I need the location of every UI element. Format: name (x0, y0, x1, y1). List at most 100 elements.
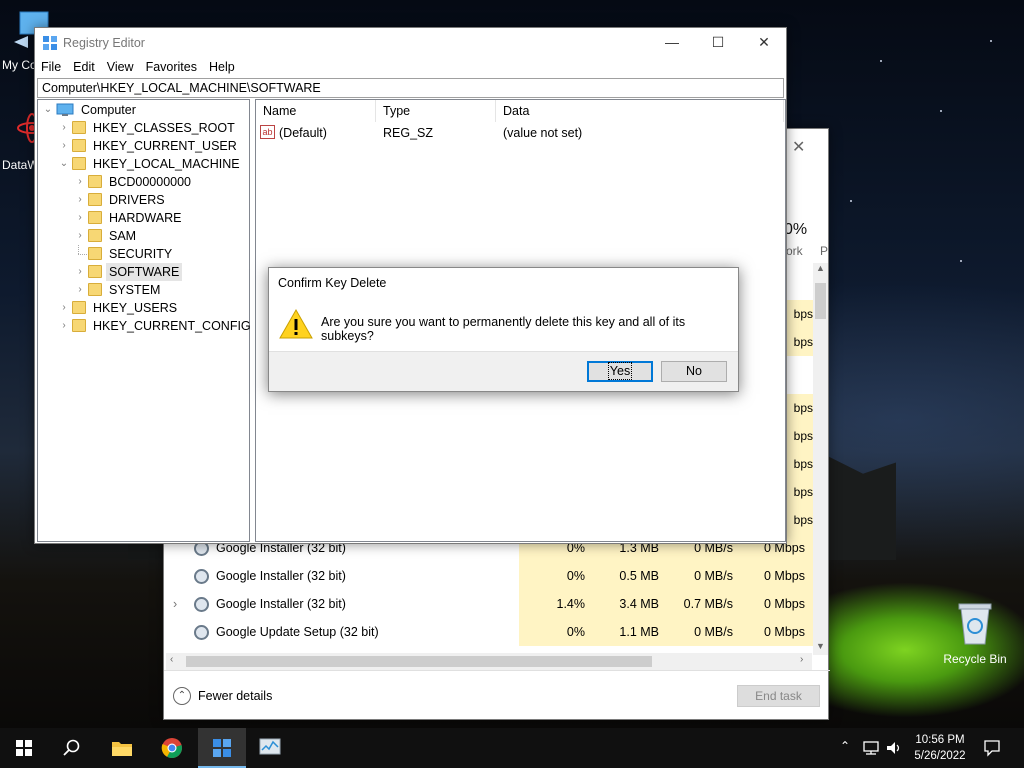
clock-date: 5/26/2022 (914, 750, 966, 762)
value-data: (value not set) (503, 126, 583, 140)
yes-button[interactable]: Yes (587, 361, 653, 382)
warning-icon (279, 308, 313, 339)
process-name: Google Installer (32 bit) (216, 597, 346, 611)
chevron-up-icon[interactable]: ⌃ (173, 687, 191, 705)
desktop-icon-recycle-bin[interactable]: Recycle Bin (940, 600, 1010, 666)
scroll-left-icon[interactable]: ‹ (170, 654, 173, 665)
menu-help[interactable]: Help (203, 58, 241, 74)
chevron-right-icon[interactable]: › (74, 263, 86, 281)
scrollbar-thumb[interactable] (186, 656, 652, 667)
menu-view[interactable]: View (101, 58, 140, 74)
taskbar: ⌃ 10:56 PM 5/26/2022 (0, 728, 1024, 768)
scrollbar-thumb[interactable] (815, 283, 826, 319)
folder-icon (72, 139, 86, 152)
chevron-up-icon[interactable]: ⌃ (840, 739, 850, 753)
chevron-right-icon[interactable]: › (58, 137, 70, 155)
folder-icon (72, 157, 86, 170)
task-manager-icon (259, 738, 281, 755)
installer-icon (194, 625, 209, 640)
scroll-up-icon[interactable]: ▲ (816, 263, 825, 273)
tree-label: SOFTWARE (106, 263, 183, 281)
start-button[interactable] (0, 728, 48, 768)
chevron-down-icon[interactable]: ⌄ (42, 101, 54, 119)
desktop-icon-label: Recycle Bin (943, 652, 1007, 666)
chevron-right-icon[interactable]: › (173, 590, 177, 618)
chevron-down-icon[interactable]: ⌄ (58, 155, 70, 173)
cpu-cell: 0% (519, 562, 593, 590)
chevron-right-icon[interactable]: › (58, 317, 70, 335)
installer-icon (194, 597, 209, 612)
close-icon[interactable]: ✕ (792, 137, 805, 157)
list-item[interactable]: ab (Default) REG_SZ (value not set) (260, 124, 780, 142)
search-button[interactable] (48, 728, 96, 768)
menu-edit[interactable]: Edit (67, 58, 101, 74)
process-name: Google Installer (32 bit) (216, 569, 346, 583)
volume-icon[interactable] (885, 740, 903, 756)
taskbar-chrome[interactable] (148, 728, 196, 768)
network-column-header[interactable]: ork (786, 244, 803, 258)
close-icon[interactable]: ✕ (741, 32, 787, 54)
memory-cell: 0.5 MB (593, 562, 667, 590)
process-row[interactable]: Google Installer (32 bit) 0% 0.5 MB 0 MB… (164, 562, 813, 590)
network-icon[interactable] (862, 740, 880, 756)
fewer-details-link[interactable]: Fewer details (198, 689, 272, 703)
value-type: REG_SZ (383, 126, 434, 140)
chevron-right-icon[interactable]: › (74, 227, 86, 245)
tree-label: SECURITY (109, 247, 173, 261)
menu-favorites[interactable]: Favorites (140, 58, 203, 74)
power-column-header[interactable]: P (820, 244, 828, 258)
maximize-icon[interactable]: ☐ (695, 32, 741, 54)
chevron-right-icon[interactable]: › (58, 299, 70, 317)
column-header-data[interactable]: Data (496, 100, 784, 122)
clock-time: 10:56 PM (915, 734, 965, 746)
chevron-right-icon[interactable]: › (74, 173, 86, 191)
process-row[interactable]: › Google Installer (32 bit) 1.4% 3.4 MB … (164, 590, 813, 618)
tree-line (78, 245, 79, 254)
dialog-message: Are you sure you want to permanently del… (321, 315, 686, 343)
key-tree[interactable]: ⌄ Computer › HKEY_CLASSES_ROOT › HKEY_CU… (37, 99, 251, 542)
vertical-scrollbar[interactable]: ▲ ▼ (813, 263, 828, 655)
chevron-right-icon[interactable]: › (58, 119, 70, 137)
tree-label: HKEY_USERS (93, 301, 178, 315)
disk-cell: 0 MB/s (667, 618, 741, 646)
tree-label: Computer (81, 103, 136, 117)
tree-line (78, 254, 87, 255)
divider (164, 670, 830, 671)
no-button[interactable]: No (661, 361, 727, 382)
end-task-button[interactable]: End task (737, 685, 820, 707)
registry-icon (43, 36, 57, 50)
cpu-cell: 1.4% (519, 590, 593, 618)
value-name: (Default) (279, 126, 327, 140)
network-cell: 0 Mbps (741, 618, 813, 646)
folder-icon (88, 229, 102, 242)
confirm-key-delete-dialog[interactable]: Confirm Key Delete Are you sure you want… (268, 267, 739, 392)
address-bar[interactable]: Computer\HKEY_LOCAL_MACHINE\SOFTWARE (37, 78, 784, 98)
chevron-right-icon[interactable]: › (74, 209, 86, 227)
computer-icon (56, 103, 74, 116)
scroll-down-icon[interactable]: ▼ (816, 641, 825, 651)
no-label: No (686, 364, 702, 378)
clock[interactable]: 10:56 PM 5/26/2022 (905, 732, 975, 764)
scroll-right-icon[interactable]: › (800, 654, 803, 665)
title-bar[interactable]: Registry Editor — ☐ ✕ (35, 28, 786, 58)
horizontal-scrollbar[interactable]: ‹ › (166, 653, 812, 670)
taskbar-file-explorer[interactable] (98, 728, 146, 768)
desktop-icon-label: My Co (2, 58, 37, 72)
chevron-right-icon[interactable]: › (74, 281, 86, 299)
minimize-icon[interactable]: — (649, 32, 695, 54)
cpu-cell: 0% (519, 618, 593, 646)
disk-cell: 0.7 MB/s (667, 590, 741, 618)
taskbar-registry-editor[interactable] (198, 728, 246, 768)
installer-icon (194, 569, 209, 584)
registry-icon (213, 739, 231, 757)
column-header-type[interactable]: Type (376, 100, 496, 122)
chevron-right-icon[interactable]: › (74, 191, 86, 209)
process-row[interactable]: Google Update Setup (32 bit) 0% 1.1 MB 0… (164, 618, 813, 646)
menu-file[interactable]: File (35, 58, 67, 74)
folder-icon (72, 301, 86, 314)
notifications-icon[interactable] (983, 739, 1001, 757)
memory-cell: 3.4 MB (593, 590, 667, 618)
tree-label: SYSTEM (109, 283, 161, 297)
taskbar-task-manager[interactable] (246, 728, 294, 768)
column-header-name[interactable]: Name (256, 100, 376, 122)
